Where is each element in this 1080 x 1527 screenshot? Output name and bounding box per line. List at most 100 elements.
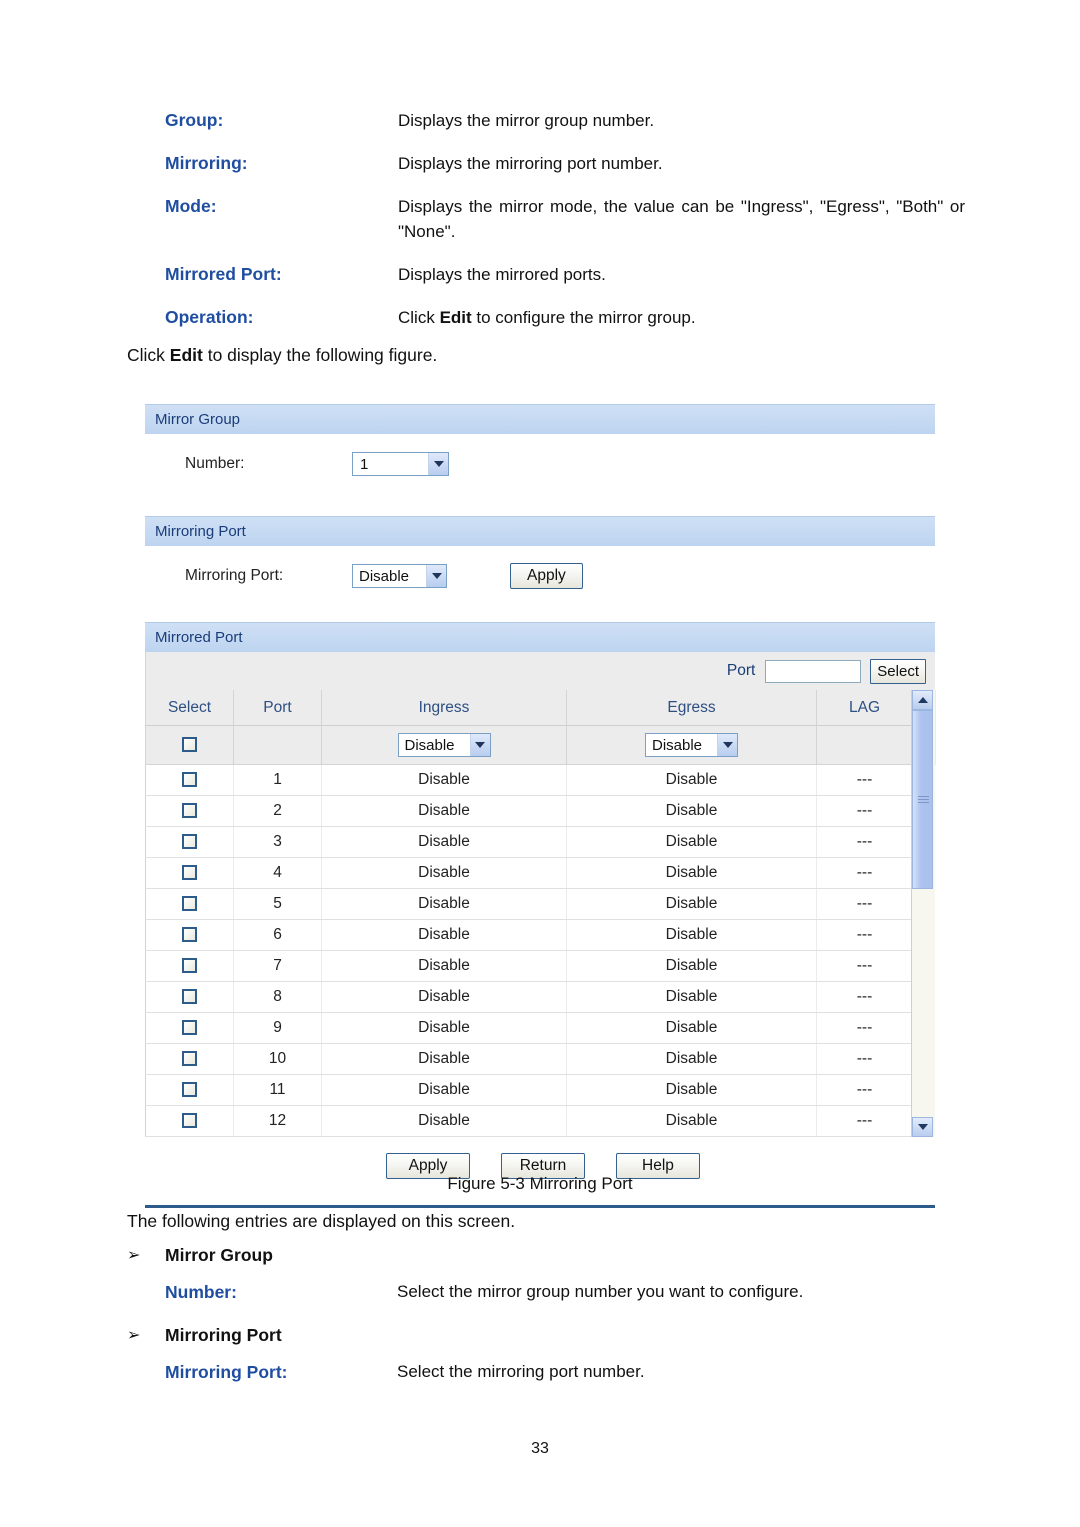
- bullet-arrow-icon: ➢: [127, 1327, 141, 1344]
- row-checkbox[interactable]: [182, 989, 197, 1005]
- row-lag: ---: [816, 764, 913, 796]
- table-header-row: Select Port Ingress Egress LAG: [145, 690, 936, 726]
- table-row: 12 Disable Disable ---: [145, 1105, 936, 1137]
- row-egress: Disable: [566, 1074, 817, 1106]
- table-row: 6 Disable Disable ---: [145, 919, 936, 951]
- table-scrollbar[interactable]: [911, 690, 935, 1137]
- row-port: 2: [233, 795, 322, 827]
- row-checkbox[interactable]: [182, 834, 197, 850]
- scrollbar-track[interactable]: [912, 889, 935, 1117]
- chevron-down-icon: [717, 734, 737, 756]
- column-header-select: Select: [145, 690, 234, 726]
- row-select-cell: [145, 857, 234, 889]
- row-checkbox[interactable]: [182, 803, 197, 819]
- table-row: 8 Disable Disable ---: [145, 981, 936, 1013]
- sub-entry-description: Select the mirror group number you want …: [397, 1282, 804, 1301]
- row-lag: ---: [816, 826, 913, 858]
- definition-list: Group: Displays the mirror group number.…: [165, 108, 965, 348]
- row-lag: ---: [816, 1105, 913, 1137]
- row-ingress: Disable: [321, 919, 567, 951]
- row-egress: Disable: [566, 950, 817, 982]
- mirroring-port-label: Mirroring Port:: [185, 567, 284, 584]
- row-checkbox[interactable]: [182, 772, 197, 788]
- row-ingress: Disable: [321, 1105, 567, 1137]
- panel-bottom-rule: [145, 1205, 935, 1208]
- row-egress: Disable: [566, 1012, 817, 1044]
- row-egress: Disable: [566, 888, 817, 920]
- port-search-input[interactable]: [765, 659, 862, 683]
- row-egress: Disable: [566, 919, 817, 951]
- scroll-down-arrow-icon[interactable]: [912, 1117, 933, 1137]
- column-header-lag: LAG: [816, 690, 913, 726]
- column-header-egress: Egress: [566, 690, 817, 726]
- row-select-cell: [145, 888, 234, 920]
- mirror-group-number-select[interactable]: 1: [352, 452, 449, 476]
- mirrored-port-table-body: Disable Disable 1 Disable Disable --- 2 Disable…: [145, 725, 936, 1137]
- sub-entry-description: Select the mirroring port number.: [397, 1362, 645, 1381]
- row-checkbox[interactable]: [182, 1020, 197, 1036]
- row-ingress: Disable: [321, 857, 567, 889]
- scrollbar-thumb[interactable]: [912, 710, 933, 889]
- row-ingress: Disable: [321, 764, 567, 796]
- click-edit-post: to display the following figure.: [202, 345, 438, 365]
- sub-entry-number: Number: Select the mirror group number y…: [165, 1282, 967, 1303]
- row-checkbox[interactable]: [182, 927, 197, 943]
- sub-entry-term: Number:: [165, 1282, 237, 1302]
- control-row-lag-cell: [816, 725, 913, 765]
- row-checkbox[interactable]: [182, 1082, 197, 1098]
- row-select-cell: [145, 1074, 234, 1106]
- definition-row: Group: Displays the mirror group number.: [165, 108, 965, 133]
- chevron-down-icon: [428, 453, 448, 475]
- row-port: 4: [233, 857, 322, 889]
- table-row: 10 Disable Disable ---: [145, 1043, 936, 1075]
- mirror-group-number-row: Number: 1: [145, 448, 935, 480]
- column-header-port: Port: [233, 690, 322, 726]
- definition-row: Operation: Click Edit to configure the m…: [165, 305, 965, 330]
- row-checkbox[interactable]: [182, 865, 197, 881]
- port-select-button[interactable]: Select: [870, 658, 926, 684]
- definition-description: Click Edit to configure the mirror group…: [398, 305, 965, 330]
- row-checkbox[interactable]: [182, 1113, 197, 1129]
- row-lag: ---: [816, 1074, 913, 1106]
- section-header-mirroring-port: Mirroring Port: [145, 516, 935, 546]
- ingress-bulk-select[interactable]: Disable: [397, 733, 491, 757]
- row-select-cell: [145, 764, 234, 796]
- sub-entry-mirroring-port: Mirroring Port: Select the mirroring por…: [165, 1362, 967, 1383]
- control-row-port-cell: [233, 725, 322, 765]
- row-select-cell: [145, 1012, 234, 1044]
- row-checkbox[interactable]: [182, 958, 197, 974]
- row-ingress: Disable: [321, 981, 567, 1013]
- mirrored-port-table: Select Port Ingress Egress LAG Disable Di…: [145, 690, 936, 1137]
- definition-description: Displays the mirror group number.: [398, 111, 655, 130]
- row-lag: ---: [816, 857, 913, 889]
- select-all-checkbox[interactable]: [182, 737, 197, 753]
- egress-bulk-value: Disable: [652, 736, 703, 754]
- mirrored-port-table-wrapper: Select Port Ingress Egress LAG Disable Di…: [145, 690, 936, 1137]
- row-ingress: Disable: [321, 795, 567, 827]
- port-search-label: Port: [726, 662, 756, 679]
- row-egress: Disable: [566, 826, 817, 858]
- egress-bulk-select[interactable]: Disable: [645, 733, 738, 757]
- row-lag: ---: [816, 795, 913, 827]
- definition-description: Displays the mirrored ports.: [398, 265, 606, 284]
- scroll-up-arrow-icon[interactable]: [912, 690, 933, 710]
- row-egress: Disable: [566, 1105, 817, 1137]
- definition-description: Displays the mirroring port number.: [398, 154, 663, 173]
- mirroring-port-apply-button[interactable]: Apply: [510, 563, 583, 589]
- definition-row: Mirroring: Displays the mirroring port n…: [165, 151, 965, 176]
- mirroring-port-apply-wrap: Apply: [510, 563, 583, 589]
- bullet-mirror-group: ➢ Mirror Group: [127, 1245, 967, 1266]
- desc-bold: Edit: [439, 308, 472, 327]
- row-ingress: Disable: [321, 1012, 567, 1044]
- click-edit-paragraph: Click Edit to display the following figu…: [127, 345, 437, 366]
- click-edit-bold: Edit: [169, 345, 203, 365]
- row-checkbox[interactable]: [182, 1051, 197, 1067]
- row-port: 11: [233, 1074, 322, 1106]
- mirror-group-number-value: 1: [360, 455, 369, 473]
- row-egress: Disable: [566, 795, 817, 827]
- row-checkbox[interactable]: [182, 896, 197, 912]
- mirroring-port-select[interactable]: Disable: [352, 564, 447, 588]
- row-port: 3: [233, 826, 322, 858]
- section-header-mirror-group: Mirror Group: [145, 404, 935, 434]
- section-header-mirrored-port: Mirrored Port: [145, 622, 935, 652]
